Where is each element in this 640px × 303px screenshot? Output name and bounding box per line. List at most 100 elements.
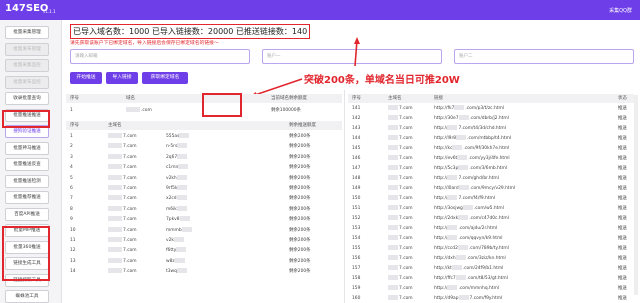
table-row[interactable]: 141 7.com http://fk7 .com/p3/t/zc.html 推送 [348,104,634,113]
import-links-button[interactable]: 导入链接 [106,72,138,84]
table-row[interactable]: 154 7.com http://.com/qqvyn/k9.html 推送 [348,234,634,243]
row-num: 143 [352,126,361,131]
scrollbar[interactable] [634,95,638,295]
table-row[interactable]: 13 7.com w8z 剩余200条 [66,257,342,266]
table-row[interactable]: 153 7.com http://.com/ajdu/2r.html 推送 [348,224,634,233]
row-domain: 7.com [108,257,137,266]
table-row[interactable]: 152 7.com http://2dxk .com/c47d0c.html 推送 [348,214,634,223]
table-row[interactable]: 143 7.com http://7.com/t4/3d/chd.html 推送 [348,124,634,133]
table-row[interactable]: 157 7.com http://kt .com/24f9/b1.html 推送 [348,264,634,273]
row-status: 推送 [618,176,627,181]
sidebar-item[interactable]: 批量推送检测 [5,174,49,188]
sidebar-item[interactable]: 批量采集管理 [5,26,49,39]
table-row[interactable]: 8 7.com m6ik 剩余200条 [66,205,342,214]
row-status: 推送 [618,146,627,151]
row-link: mmmb [166,226,193,235]
row-domain: 7.com [388,114,413,123]
row-num: 3 [70,154,73,160]
table-row[interactable]: 146 7.com http://ev6t .com/yy3j/4fe.html 推送 [348,154,634,163]
row-quota: 剩余200条 [289,206,311,212]
table-row[interactable]: 14 7.com t3wq 剩余200条 [66,267,342,276]
sidebar-item[interactable]: 批量发布监控 [5,75,49,89]
sidebar-item[interactable]: 批量推送反查 [5,158,49,171]
table-row[interactable]: 4 7.com c1mn 剩余200条 [66,163,342,172]
table-row[interactable]: 10 7.com mmmb 剩余200条 [66,226,342,235]
row-link: http://fk7 .com/p3/t/zc.html [434,105,504,111]
row-domain: 7.com [388,274,413,283]
account-link[interactable]: 采集QQ群 [609,7,632,14]
account-field-1[interactable]: 账户一 [262,49,442,64]
row-num: 154 [352,236,361,241]
row-num: 10 [70,227,76,233]
row-link: w8z [166,257,186,266]
table-row[interactable]: 158 7.com http://ffc7 .com/t8/53/gt.html 推送 [348,274,634,283]
row-domain: 7.com [388,224,413,233]
table-row[interactable]: 3 7.com 2q67 剩余200条 [66,153,342,162]
sidebar-item[interactable]: 蜘蛛池工具 [5,290,49,303]
table-row[interactable]: 9 7.com 7pkv8 剩余200条 [66,215,342,224]
row-domain: 7.com [108,226,137,235]
table-row[interactable]: 11 7.com v2k 剩余200条 [66,236,342,245]
row-domain: 7.com [388,284,413,293]
table-row[interactable]: 145 7.com http://kc .com/9f/30kh7e.html 推送 [348,144,634,153]
sidebar-item[interactable]: 批量神马推送 [5,141,49,155]
account-field-2[interactable]: 账户二 [454,49,634,64]
start-push-button[interactable]: 开始推送 [70,72,102,84]
table-row[interactable]: 5 7.com v2kh 剩余200条 [66,174,342,183]
header-domain: 域名 [126,96,135,101]
table-row[interactable]: 159 7.com http://.com/mmnhq.html 推送 [348,284,634,293]
table-row[interactable]: 1 7.com 555as 剩余200条 [66,132,342,141]
table-row[interactable]: 160 7.com http://d9ap 7.com/f9y.html 推送 [348,294,634,303]
row-num: 153 [352,226,361,231]
table-row[interactable]: 2 7.com n-5rs 剩余200条 [66,142,342,151]
sidebar-item[interactable]: 百度API推送 [5,207,49,221]
table-row[interactable]: 149 7.com http://l0ard .com/9mcy/v29.html 推送 [348,184,634,193]
row-link: m6ik [166,205,188,214]
row-link: http://kc .com/9f/30kh7e.html [434,145,510,151]
row-link: http://7.com/ghd/br.html [434,175,499,181]
row-status: 推送 [618,166,627,171]
row-status: 推送 [618,156,627,161]
row-quota: 剩余200条 [289,217,311,223]
row-link: http://ffc7 .com/t8/53/gt.html [434,275,508,281]
row-num: 7 [70,196,73,202]
row-link: 9rf5k [166,184,188,193]
table-row[interactable]: 151 7.com http://3osjwg .com/w5.html 推送 [348,204,634,213]
row-status: 推送 [618,296,627,301]
table-row[interactable]: 156 7.com http://dxh .com/3ziz/kn.html 推送 [348,254,634,263]
table-row[interactable]: 7 7.com x2cd 剩余200条 [66,194,342,203]
row-num: 151 [352,206,361,211]
sidebar-item[interactable]: 批量采集监控 [5,59,49,72]
row-num: 11 [70,238,76,243]
row-num: 155 [352,246,361,251]
table-row[interactable]: 148 7.com http://7.com/ghd/br.html 推送 [348,174,634,183]
app-logo: 147SEO [5,3,49,14]
table-row[interactable]: 142 7.com http://30e7 .com/dbrb/j2.html 推送 [348,114,634,123]
row-num: 149 [352,186,361,191]
sidebar-item[interactable]: 收录批量查询 [5,92,49,105]
table-row[interactable]: 6 7.com 9rf5k 剩余200条 [66,184,342,193]
row-num: 150 [352,196,361,201]
header-num: 序号 [70,96,79,101]
row-num: 9 [70,217,73,223]
row-link: http://.com/qqvyn/k9.html [434,235,503,241]
table-row[interactable]: 147 7.com http://5c3p .com/3/6mb.html 推送 [348,164,634,173]
row-domain: 7.com [388,204,413,213]
row-domain: 7.com [108,205,137,214]
row-status: 推送 [618,106,627,111]
row-status: 推送 [618,266,627,271]
row-num: 159 [352,286,361,291]
sidebar-item[interactable]: 批量推荐推送 [5,191,49,204]
email-field[interactable]: 请输入邮箱 [70,49,250,64]
table-row[interactable]: 155 7.com http://ccd2 .com/789b/ty.html 推送 [348,244,634,253]
row-num: 4 [70,165,73,171]
row-domain: 7.com [108,215,137,224]
row-domain: 7.com [388,234,413,243]
row-domain: 7.com [388,184,413,193]
table-row[interactable]: 144 7.com http://l9r8 .com/mtbbp/t4.html 推送 [348,134,634,143]
table-row[interactable]: 12 7.com f6tty 剩余200条 [66,246,342,255]
fetch-domains-button[interactable]: 获取绑定域名 [142,72,188,84]
row-status: 推送 [618,126,627,131]
table-row[interactable]: 150 7.com http://7.com/f4/f9.html 推送 [348,194,634,203]
sidebar-item[interactable]: 批量发布管理 [5,42,49,56]
